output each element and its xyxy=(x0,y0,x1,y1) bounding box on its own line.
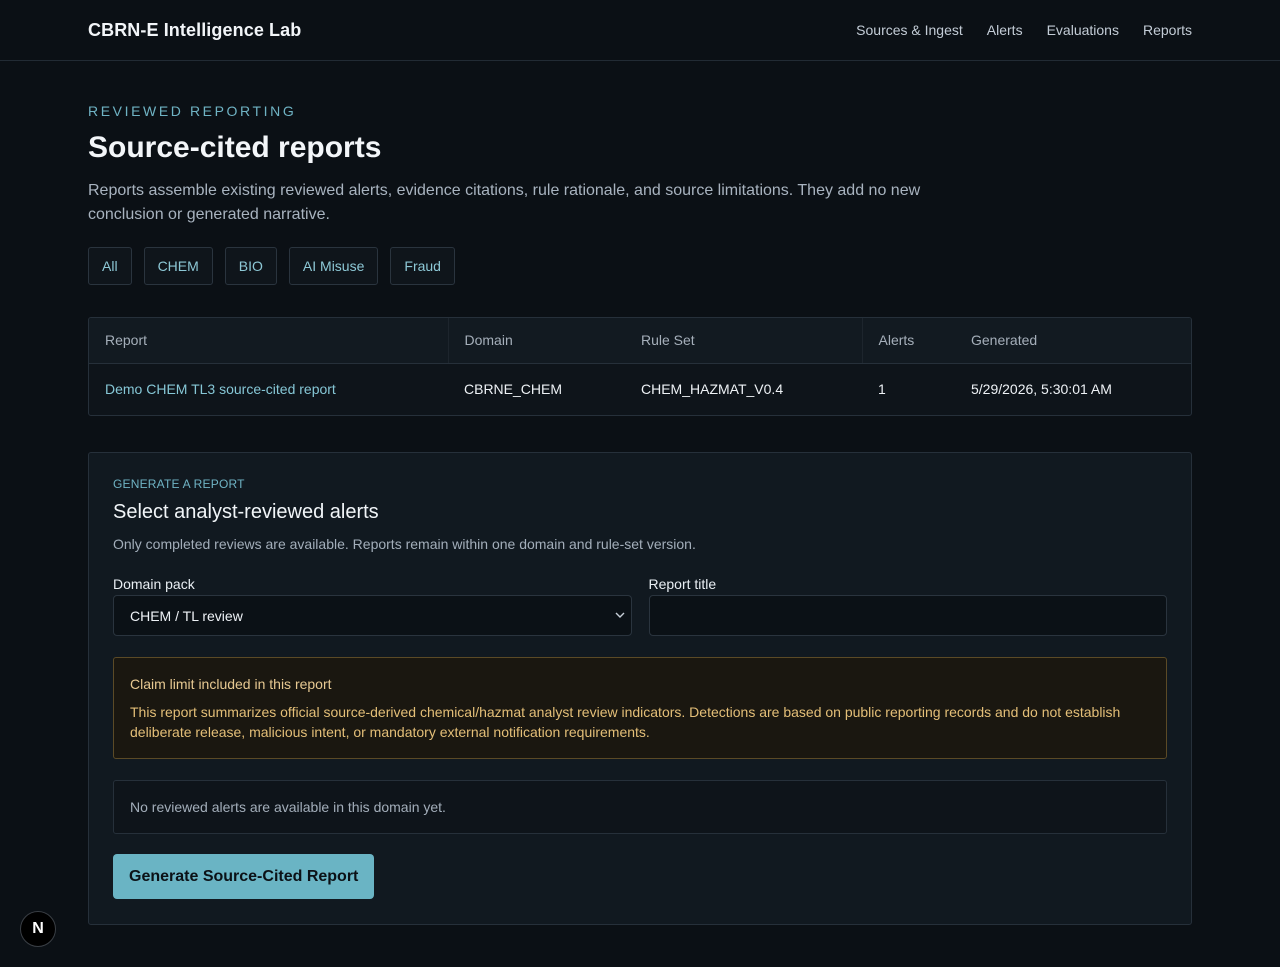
report-title-input[interactable] xyxy=(648,595,1167,636)
claim-limit-body: This report summarizes official source-d… xyxy=(130,704,1121,740)
domain-pack-value: CHEM / TL review xyxy=(130,607,243,624)
table-row: Demo CHEM TL3 source-cited report CBRNE_… xyxy=(89,363,1191,415)
column-header-rule-set: Rule Set xyxy=(625,318,862,364)
nav-alerts[interactable]: Alerts xyxy=(987,22,1023,38)
domain-pack-label: Domain pack xyxy=(113,576,195,592)
report-title-field: Report title xyxy=(648,576,1167,636)
domain-cell: CBRNE_CHEM xyxy=(464,381,563,398)
framework-badge-icon[interactable]: N xyxy=(20,911,56,947)
column-header-alerts: Alerts xyxy=(861,318,955,364)
domain-filter-group: All CHEM BIO AI Misuse Fraud xyxy=(88,247,1192,285)
nav-reports[interactable]: Reports xyxy=(1143,22,1192,38)
rule-set-cell: CHEM_HAZMAT_V0.4 xyxy=(641,381,784,398)
claim-limit-title: Claim limit included in this report xyxy=(130,676,332,692)
main-content: REVIEWED REPORTING Source-cited reports … xyxy=(0,103,1280,925)
domain-pack-select[interactable]: CHEM / TL review xyxy=(113,595,632,636)
panel-title: Select analyst-reviewed alerts xyxy=(113,501,379,523)
app-title: CBRN-E Intelligence Lab xyxy=(88,19,302,40)
main-nav: Sources & Ingest Alerts Evaluations Repo… xyxy=(856,22,1192,38)
empty-alerts-message: No reviewed alerts are available in this… xyxy=(113,780,1167,834)
filter-ai-misuse-button[interactable]: AI Misuse xyxy=(288,247,379,285)
claim-limit-notice: Claim limit included in this report This… xyxy=(113,657,1167,759)
page-title: Source-cited reports xyxy=(88,131,382,164)
report-link[interactable]: Demo CHEM TL3 source-cited report xyxy=(105,381,336,397)
panel-eyebrow: GENERATE A REPORT xyxy=(113,477,245,491)
top-navigation-bar: CBRN-E Intelligence Lab Sources & Ingest… xyxy=(0,0,1280,61)
report-cell: Demo CHEM TL3 source-cited report xyxy=(89,363,448,415)
chevron-down-icon xyxy=(615,612,624,618)
page-description: Reports assemble existing reviewed alert… xyxy=(88,182,921,223)
report-form-row: Domain pack CHEM / TL review Report titl… xyxy=(113,576,1167,636)
filter-all-button[interactable]: All xyxy=(88,247,132,285)
nav-evaluations[interactable]: Evaluations xyxy=(1047,22,1119,38)
column-header-report: Report xyxy=(89,318,448,364)
panel-subtitle: Only completed reviews are available. Re… xyxy=(113,536,696,552)
column-header-generated: Generated xyxy=(955,318,1191,364)
domain-pack-field: Domain pack CHEM / TL review xyxy=(113,576,632,636)
filter-chem-button[interactable]: CHEM xyxy=(143,247,213,285)
alerts-cell: 1 xyxy=(878,381,886,398)
nav-sources-ingest[interactable]: Sources & Ingest xyxy=(856,22,963,38)
page-eyebrow: REVIEWED REPORTING xyxy=(88,103,297,119)
reports-table: Report Domain Rule Set Alerts Generated … xyxy=(88,317,1192,416)
filter-fraud-button[interactable]: Fraud xyxy=(390,247,455,285)
column-header-domain: Domain xyxy=(447,318,625,364)
filter-bio-button[interactable]: BIO xyxy=(224,247,277,285)
generate-report-panel: GENERATE A REPORT Select analyst-reviewe… xyxy=(88,452,1192,925)
report-title-label: Report title xyxy=(648,576,717,592)
table-header-row: Report Domain Rule Set Alerts Generated xyxy=(89,318,1191,364)
generated-cell: 5/29/2026, 5:30:01 AM xyxy=(971,381,1112,398)
generate-report-button[interactable]: Generate Source-Cited Report xyxy=(113,854,375,899)
